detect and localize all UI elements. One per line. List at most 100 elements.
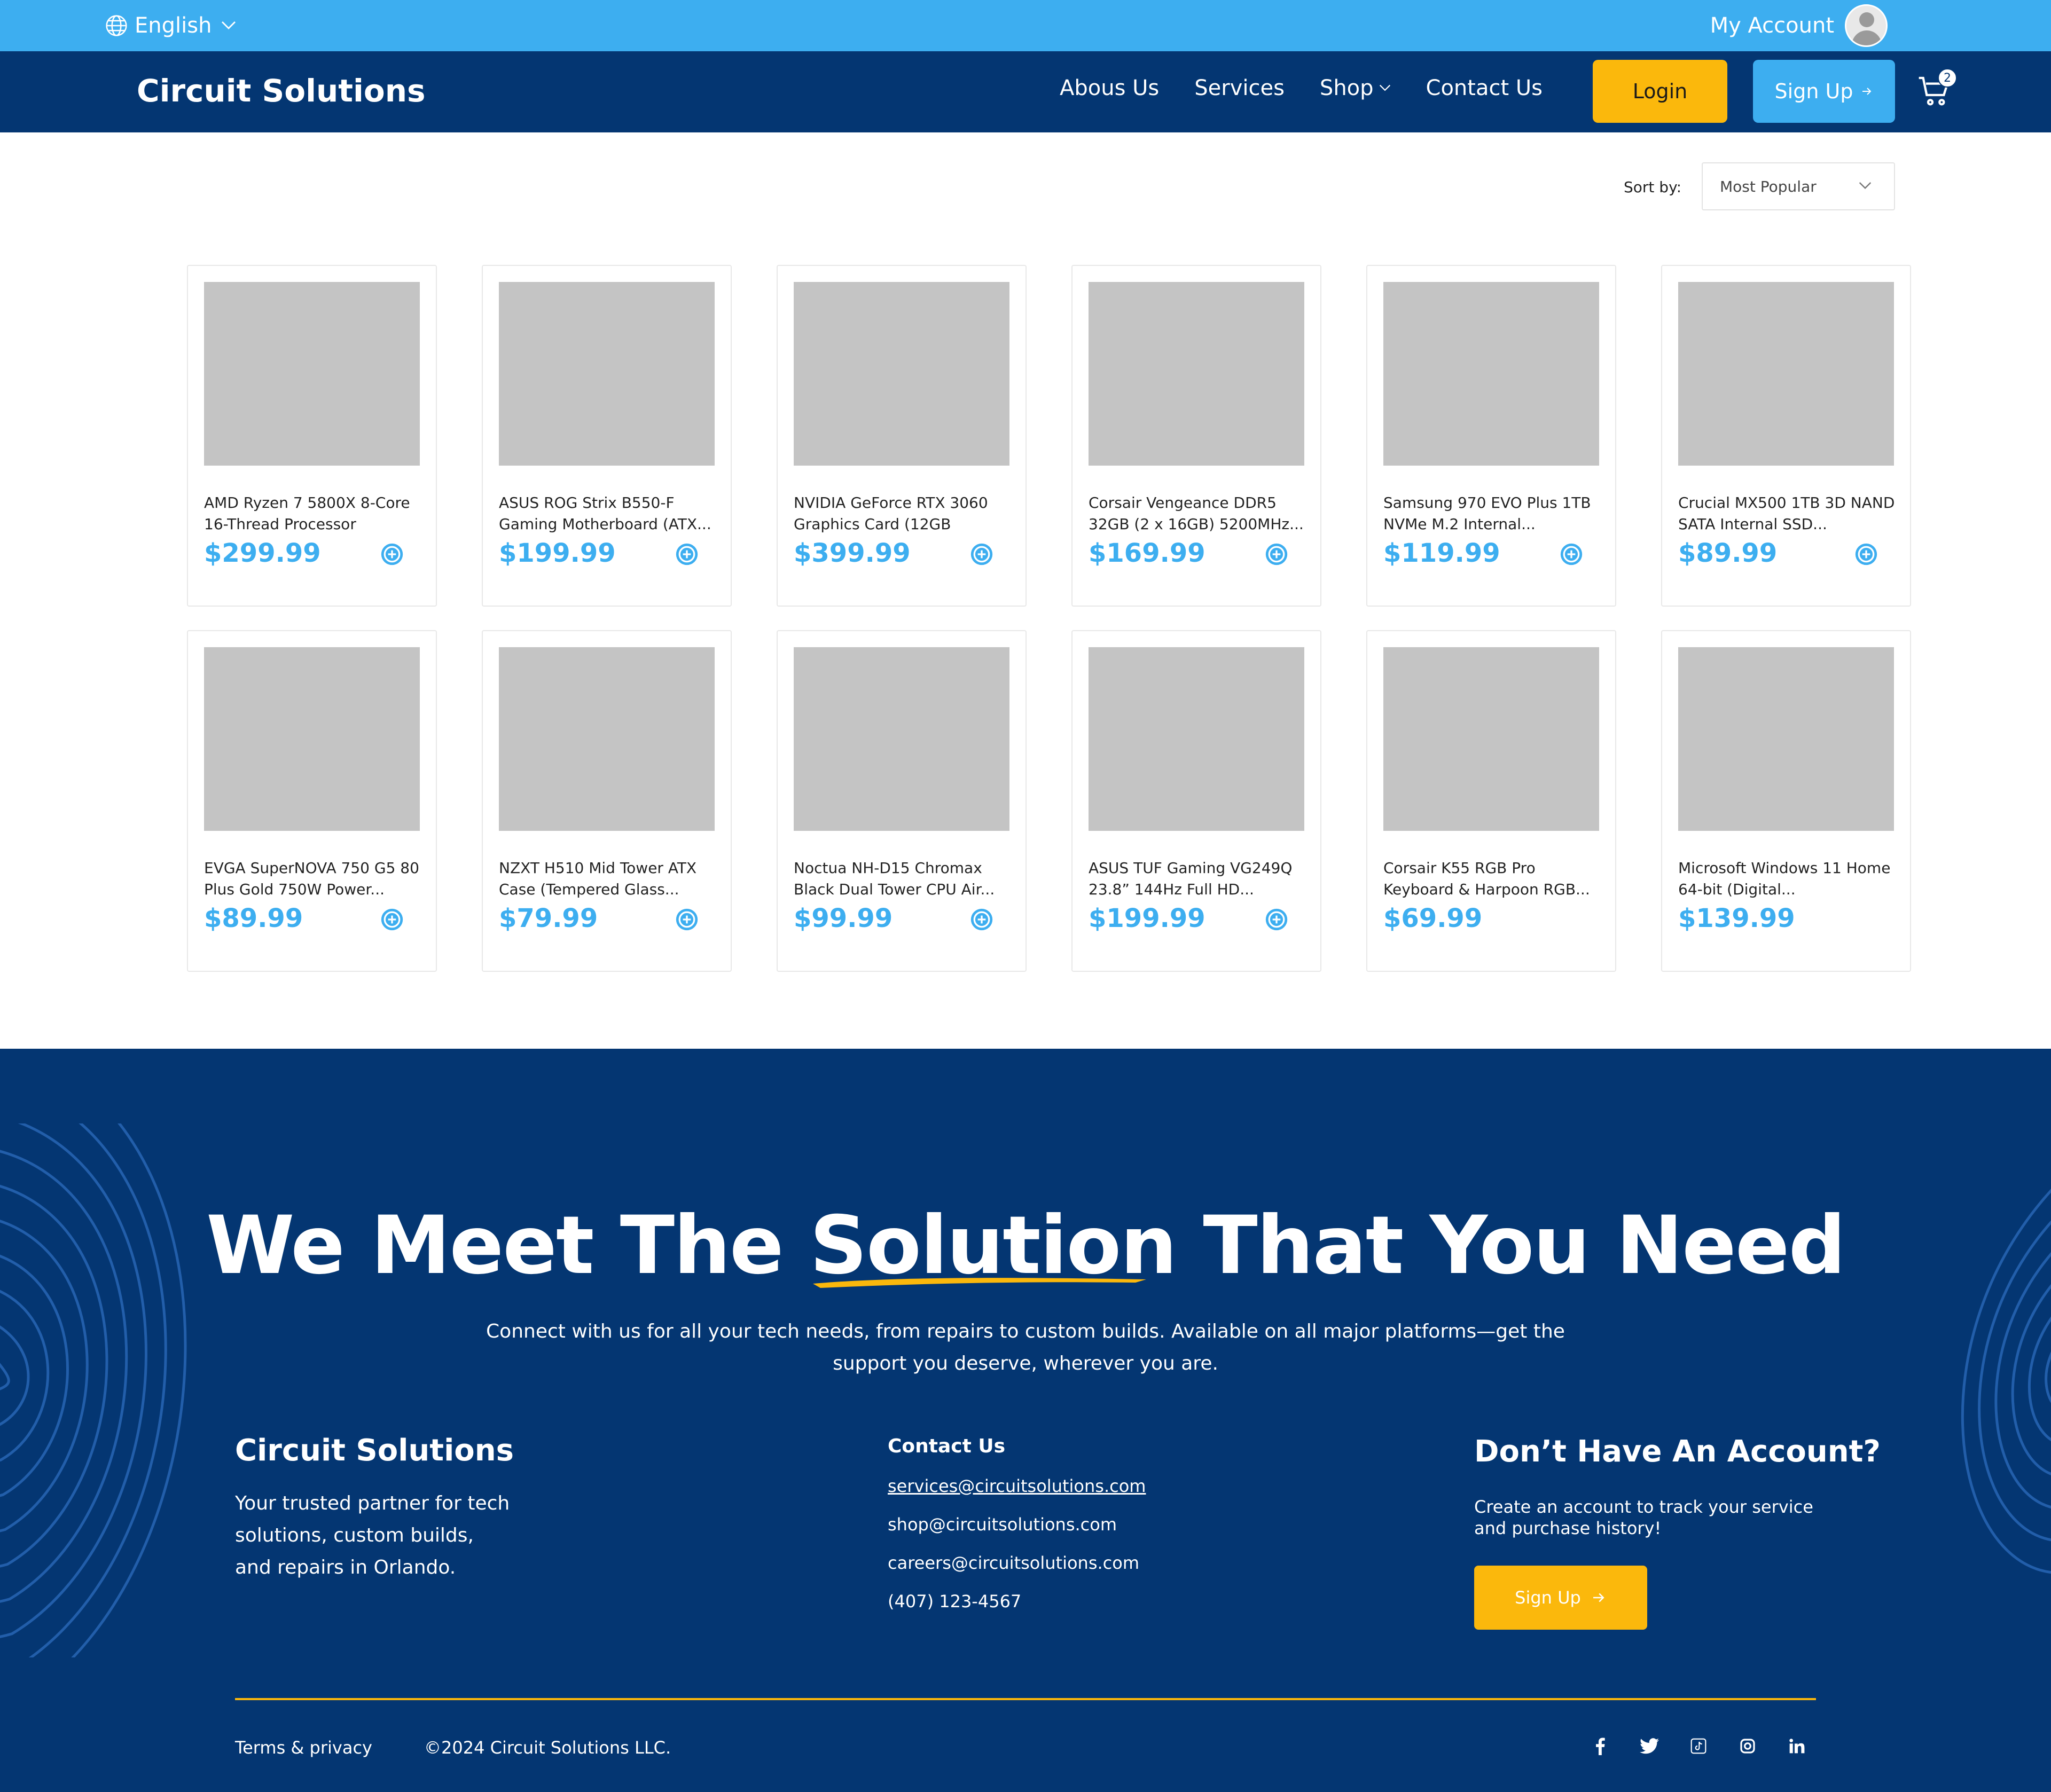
product-title[interactable]: NVIDIA GeForce RTX 3060 Graphics Card (1… [794, 492, 1012, 535]
product-card[interactable]: AMD Ryzen 7 5800X 8-Core 16-Thread Proce… [187, 265, 437, 607]
product-title[interactable]: Corsair Vengeance DDR5 32GB (2 x 16GB) 5… [1089, 492, 1306, 535]
product-title[interactable]: Noctua NH-D15 Chromax Black Dual Tower C… [794, 858, 1012, 900]
product-title[interactable]: ASUS TUF Gaming VG249Q 23.8” 144Hz Full … [1089, 858, 1306, 900]
facebook-icon[interactable] [1590, 1735, 1611, 1757]
footer-signup-label: Sign Up [1515, 1587, 1581, 1608]
main-navbar: Circuit Solutions Abous Us Services Shop… [0, 51, 2051, 132]
add-to-cart-icon[interactable] [970, 543, 993, 566]
add-to-cart-icon[interactable] [1854, 543, 1878, 566]
add-to-cart-icon[interactable] [970, 908, 993, 931]
add-to-cart-icon[interactable] [675, 543, 699, 566]
contact-email-services[interactable]: services@circuitsolutions.com [888, 1476, 1146, 1496]
footer-headline: We Meet The Solution That You Need [0, 1199, 2051, 1292]
product-image[interactable] [1383, 647, 1599, 831]
footer-divider [235, 1698, 1816, 1700]
product-price: $89.99 [1678, 538, 1778, 568]
copyright: ©2024 Circuit Solutions LLC. [424, 1738, 671, 1758]
footer-signup-button[interactable]: Sign Up [1474, 1566, 1647, 1630]
product-image[interactable] [1678, 647, 1894, 831]
product-card[interactable]: EVGA SuperNOVA 750 G5 80 Plus Gold 750W … [187, 630, 437, 972]
headline-part-1: We Meet The [206, 1199, 810, 1292]
cart-button[interactable]: 2 [1917, 68, 1957, 111]
nav-about[interactable]: Abous Us [1060, 76, 1159, 100]
product-image[interactable] [1678, 282, 1894, 466]
terms-privacy-link[interactable]: Terms & privacy [235, 1738, 372, 1758]
product-card[interactable]: ASUS TUF Gaming VG249Q 23.8” 144Hz Full … [1071, 630, 1321, 972]
social-links [1590, 1735, 1835, 1757]
product-image[interactable] [204, 647, 420, 831]
add-to-cart-icon[interactable] [1265, 543, 1288, 566]
product-image[interactable] [1383, 282, 1599, 466]
contour-line [0, 1363, 10, 1390]
product-card[interactable]: Crucial MX500 1TB 3D NAND SATA Internal … [1661, 265, 1911, 607]
product-card[interactable]: ASUS ROG Strix B550-F Gaming Motherboard… [482, 265, 732, 607]
add-to-cart-icon[interactable] [1265, 908, 1288, 931]
login-button[interactable]: Login [1593, 60, 1727, 123]
product-image[interactable] [499, 647, 715, 831]
signup-button[interactable]: Sign Up [1753, 60, 1895, 123]
add-to-cart-icon[interactable] [675, 908, 699, 931]
contact-email-shop[interactable]: shop@circuitsolutions.com [888, 1514, 1117, 1535]
sort-selected-value: Most Popular [1720, 177, 1817, 195]
nav-services[interactable]: Services [1194, 76, 1285, 100]
product-image[interactable] [794, 647, 1009, 831]
product-price: $199.99 [499, 538, 616, 568]
linkedin-icon[interactable] [1786, 1735, 1807, 1757]
product-title[interactable]: Corsair K55 RGB Pro Keyboard & Harpoon R… [1383, 858, 1601, 900]
product-price: $89.99 [204, 903, 303, 933]
brand-logo[interactable]: Circuit Solutions [137, 73, 426, 109]
product-title[interactable]: Crucial MX500 1TB 3D NAND SATA Internal … [1678, 492, 1896, 535]
language-label: English [135, 13, 212, 38]
product-card[interactable]: Corsair Vengeance DDR5 32GB (2 x 16GB) 5… [1071, 265, 1321, 607]
product-price: $139.99 [1678, 903, 1795, 933]
arrow-right-icon [1593, 1593, 1604, 1602]
product-price: $199.99 [1089, 903, 1205, 933]
nav-shop[interactable]: Shop [1320, 76, 1391, 100]
sort-dropdown[interactable]: Most Popular [1702, 162, 1895, 210]
globe-icon [106, 15, 127, 36]
product-image[interactable] [794, 282, 1009, 466]
product-image[interactable] [1089, 282, 1304, 466]
add-to-cart-icon[interactable] [380, 908, 404, 931]
nav-shop-label: Shop [1319, 76, 1374, 100]
product-card[interactable]: NVIDIA GeForce RTX 3060 Graphics Card (1… [777, 265, 1027, 607]
product-card[interactable]: Microsoft Windows 11 Home 64-bit (Digita… [1661, 630, 1911, 972]
product-grid: AMD Ryzen 7 5800X 8-Core 16-Thread Proce… [187, 265, 1911, 972]
my-account-link[interactable]: My Account [1710, 3, 1888, 48]
chevron-down-icon [1859, 182, 1872, 189]
brush-underline [812, 1278, 1146, 1288]
twitter-icon[interactable] [1639, 1735, 1660, 1757]
product-price: $399.99 [794, 538, 911, 568]
add-to-cart-icon[interactable] [1560, 543, 1583, 566]
footer-subtext: Connect with us for all your tech needs,… [486, 1321, 1565, 1374]
add-to-cart-icon[interactable] [380, 543, 404, 566]
product-title[interactable]: NZXT H510 Mid Tower ATX Case (Tempered G… [499, 858, 717, 900]
product-title[interactable]: Microsoft Windows 11 Home 64-bit (Digita… [1678, 858, 1896, 900]
product-title[interactable]: EVGA SuperNOVA 750 G5 80 Plus Gold 750W … [204, 858, 422, 900]
product-card[interactable]: Corsair K55 RGB Pro Keyboard & Harpoon R… [1366, 630, 1616, 972]
product-image[interactable] [1089, 647, 1304, 831]
contact-email-careers[interactable]: careers@circuitsolutions.com [888, 1553, 1139, 1573]
product-card[interactable]: Samsung 970 EVO Plus 1TB NVMe M.2 Intern… [1366, 265, 1616, 607]
product-title[interactable]: Samsung 970 EVO Plus 1TB NVMe M.2 Intern… [1383, 492, 1601, 535]
product-card[interactable]: Noctua NH-D15 Chromax Black Dual Tower C… [777, 630, 1027, 972]
signup-label: Sign Up [1774, 80, 1853, 103]
footer: We Meet The Solution That You Need Conne… [0, 1049, 2051, 1792]
footer-account-description: Create an account to track your service … [1474, 1497, 1813, 1538]
nav-contact[interactable]: Contact Us [1426, 76, 1543, 100]
product-image[interactable] [204, 282, 420, 466]
product-title[interactable]: AMD Ryzen 7 5800X 8-Core 16-Thread Proce… [204, 492, 422, 535]
contact-phone[interactable]: (407) 123-4567 [888, 1591, 1021, 1612]
language-selector[interactable]: English [105, 12, 242, 40]
avatar[interactable] [1845, 4, 1888, 47]
instagram-icon[interactable] [1737, 1735, 1758, 1757]
tiktok-icon[interactable] [1688, 1735, 1709, 1757]
arrow-right-icon [1862, 88, 1872, 95]
product-title[interactable]: ASUS ROG Strix B550-F Gaming Motherboard… [499, 492, 717, 535]
footer-contact-title: Contact Us [888, 1435, 1006, 1457]
contour-line [0, 1325, 30, 1426]
product-image[interactable] [499, 282, 715, 466]
product-card[interactable]: NZXT H510 Mid Tower ATX Case (Tempered G… [482, 630, 732, 972]
chevron-down-icon [222, 21, 236, 29]
top-utility-bar: English My Account [0, 0, 2051, 51]
